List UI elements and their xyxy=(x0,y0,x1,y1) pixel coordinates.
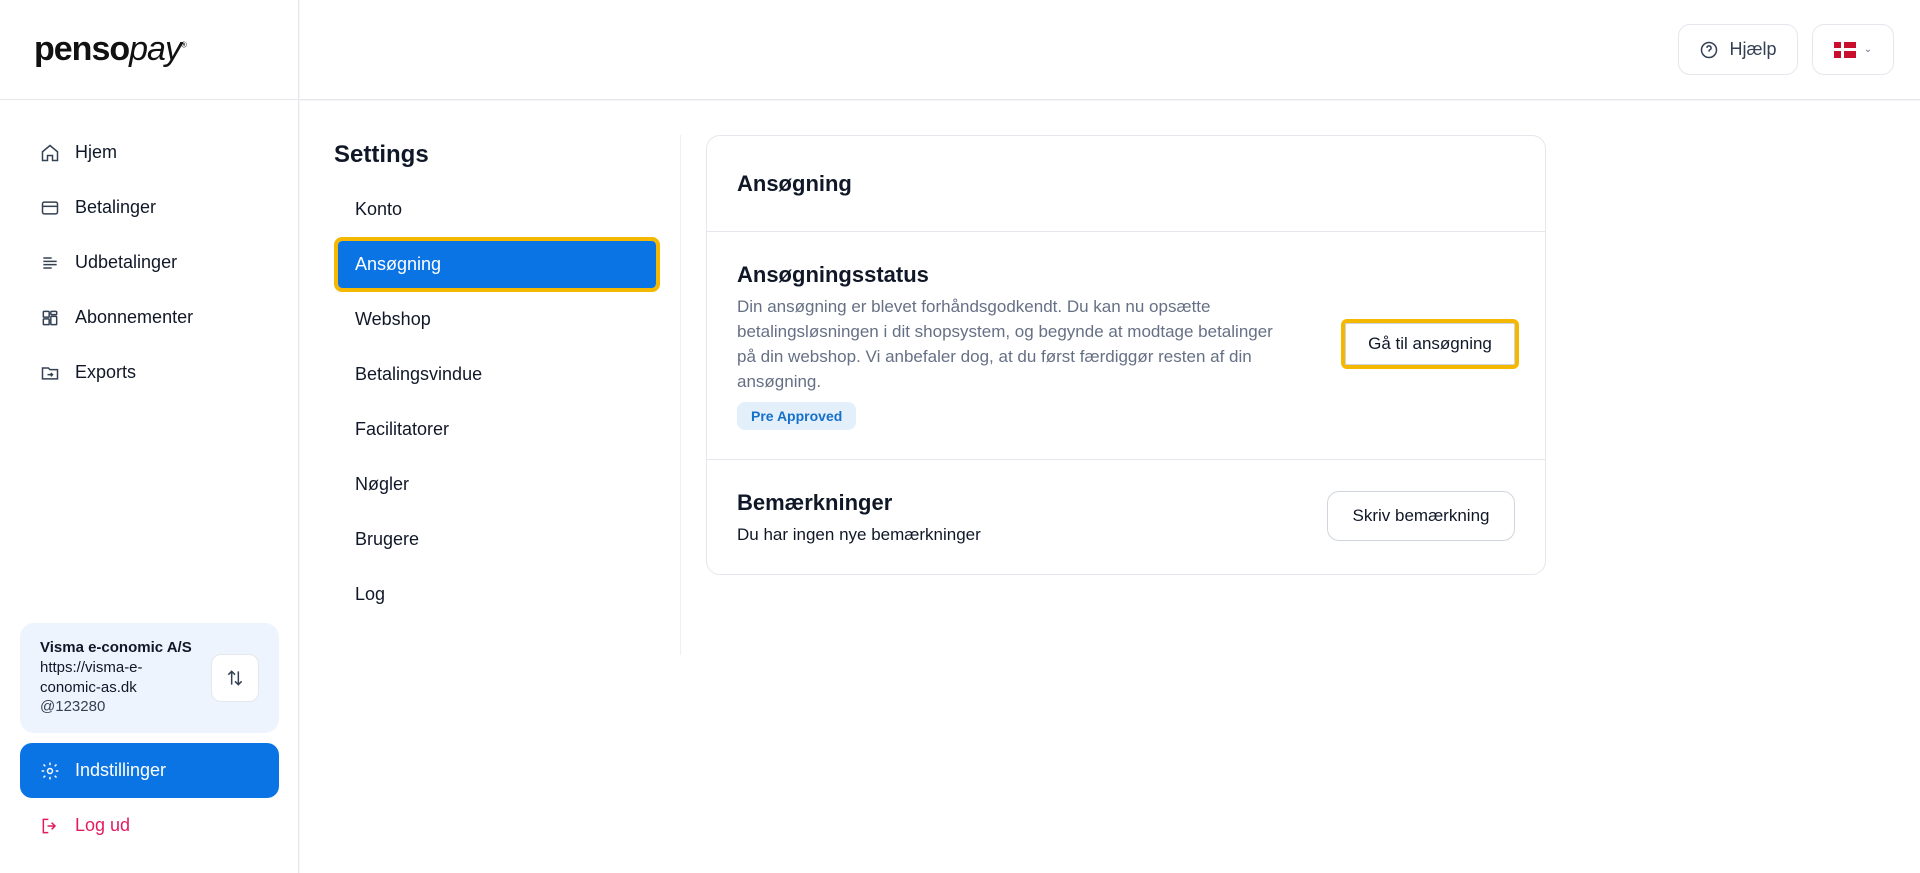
write-remark-button[interactable]: Skriv bemærkning xyxy=(1327,491,1515,541)
logout-icon xyxy=(42,818,57,833)
help-circle-icon xyxy=(1701,41,1718,58)
logout-button[interactable]: Log ud xyxy=(20,798,279,853)
switch-merchant-button[interactable] xyxy=(211,654,259,702)
merchant-card: Visma e-conomic A/S https://visma-e-cono… xyxy=(20,623,279,733)
sidebar-item-udbetalinger[interactable]: Udbetalinger xyxy=(20,235,278,290)
home-icon xyxy=(41,144,59,161)
merchant-url: https://visma-e-conomic-as.dk xyxy=(40,659,143,696)
help-button[interactable]: Hjælp xyxy=(1678,24,1798,75)
card-icon xyxy=(41,200,59,215)
application-card: Ansøgning Ansøgningsstatus Din ansøgning… xyxy=(706,135,1546,575)
logout-label: Log ud xyxy=(75,815,131,835)
card-title: Ansøgning xyxy=(707,136,1545,232)
top-header: Hjælp ⌄ xyxy=(300,0,1920,100)
danish-flag-icon xyxy=(1833,41,1856,58)
settings-item-webshop[interactable]: Webshop xyxy=(334,292,664,347)
settings-item-brugere[interactable]: Brugere xyxy=(334,512,664,567)
sidebar-item-label: Exports xyxy=(75,362,137,382)
list-icon xyxy=(43,256,57,269)
divider xyxy=(680,135,681,655)
remarks-description: Du har ingen nye bemærkninger xyxy=(737,525,981,544)
settings-label: Indstillinger xyxy=(75,760,167,780)
status-title: Ansøgningsstatus xyxy=(737,262,929,287)
folder-export-icon xyxy=(41,366,59,380)
settings-item-nogler[interactable]: Nøgler xyxy=(334,457,664,512)
main-content: Settings Konto Ansøgning Webshop Betalin… xyxy=(300,101,1920,873)
settings-item-log[interactable]: Log xyxy=(334,567,664,622)
main-nav: Hjem Betalinger Udbetalinger Abonnemente… xyxy=(20,125,278,400)
gear-icon xyxy=(41,762,59,779)
remarks-section: Bemærkninger Du har ingen nye bemærkning… xyxy=(707,460,1545,574)
settings-item-konto[interactable]: Konto xyxy=(334,182,664,237)
chevron-down-icon: ⌄ xyxy=(1863,44,1873,55)
status-description: Din ansøgning er blevet forhåndsgodkendt… xyxy=(737,297,1273,391)
sidebar-item-indstillinger[interactable]: Indstillinger xyxy=(20,743,279,798)
sidebar-item-label: Betalinger xyxy=(75,197,157,217)
settings-menu: Settings Konto Ansøgning Webshop Betalin… xyxy=(334,141,664,622)
grid-icon xyxy=(42,310,58,325)
settings-item-facilitatorer[interactable]: Facilitatorer xyxy=(334,402,664,457)
logo-area: pensopay® xyxy=(0,0,298,100)
sidebar-item-hjem[interactable]: Hjem xyxy=(20,125,278,180)
settings-title: Settings xyxy=(334,141,429,168)
swap-arrows-icon xyxy=(227,670,243,686)
app: pensopay® Hjem Betalinger Udbetalinger A… xyxy=(0,0,1920,873)
settings-item-betalingsvindue[interactable]: Betalingsvindue xyxy=(334,347,664,402)
pensopay-logo[interactable]: pensopay® xyxy=(34,30,187,69)
application-status-section: Ansøgningsstatus Din ansøgning er blevet… xyxy=(707,232,1545,460)
sidebar-item-label: Udbetalinger xyxy=(75,252,178,272)
help-label: Hjælp xyxy=(1729,39,1777,59)
status-badge: Pre Approved xyxy=(737,402,857,430)
language-select[interactable]: ⌄ xyxy=(1812,24,1894,75)
sidebar-item-betalinger[interactable]: Betalinger xyxy=(20,180,278,235)
sidebar: pensopay® Hjem Betalinger Udbetalinger A… xyxy=(0,0,299,873)
go-to-application-button[interactable]: Gå til ansøgning xyxy=(1341,319,1519,369)
sidebar-item-label: Abonnementer xyxy=(75,307,194,327)
sidebar-item-exports[interactable]: Exports xyxy=(20,345,278,400)
sidebar-item-abonnementer[interactable]: Abonnementer xyxy=(20,290,278,345)
sidebar-item-label: Hjem xyxy=(75,142,118,162)
settings-item-ansogning[interactable]: Ansøgning xyxy=(334,237,660,292)
